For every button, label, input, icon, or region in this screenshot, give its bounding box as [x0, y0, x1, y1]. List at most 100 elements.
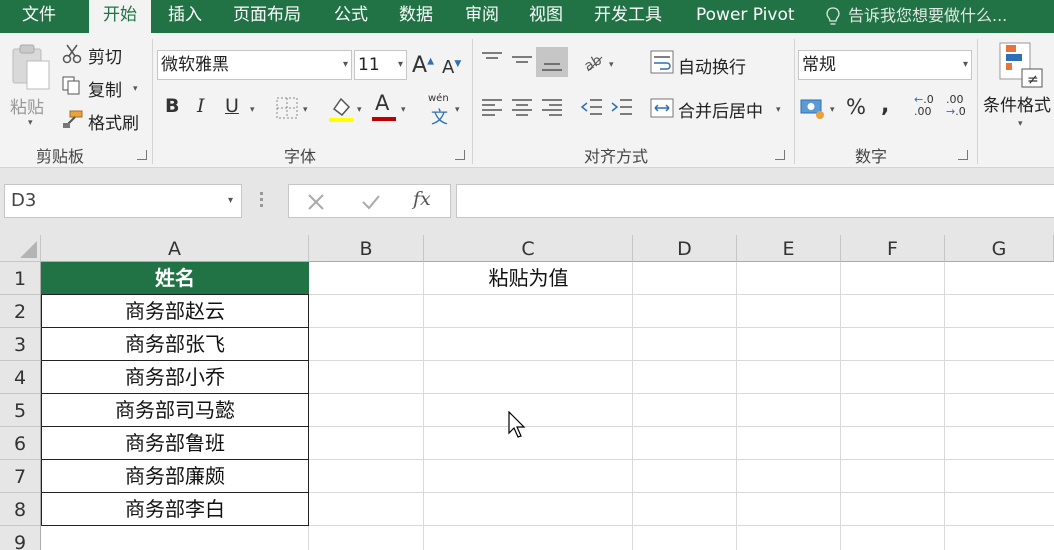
accounting-dropdown-icon[interactable]: ▾	[830, 105, 835, 115]
tab-home[interactable]: 开始	[89, 0, 151, 33]
formula-bar: D3 ▾ fx	[0, 168, 1054, 235]
font-launcher-icon[interactable]	[455, 150, 465, 160]
align-left-icon[interactable]	[480, 97, 504, 119]
gridline	[632, 262, 633, 550]
comma-style-button[interactable]: ,	[881, 93, 889, 118]
borders-dropdown-icon[interactable]: ▾	[303, 105, 308, 115]
borders-icon[interactable]	[276, 97, 298, 119]
row-header-1[interactable]: 1	[0, 262, 41, 295]
column-header-d[interactable]: D	[633, 235, 737, 262]
phonetic-dropdown-icon[interactable]: ▾	[455, 105, 460, 115]
select-all-button[interactable]	[0, 235, 41, 262]
font-color-icon[interactable]: A	[375, 91, 389, 115]
align-middle-icon[interactable]	[510, 51, 534, 69]
orientation-dropdown-icon[interactable]: ▾	[609, 60, 614, 70]
tab-developer[interactable]: 开发工具	[594, 0, 662, 33]
font-name-value: 微软雅黑	[161, 55, 229, 75]
accounting-format-icon[interactable]	[800, 97, 828, 119]
grow-font-icon[interactable]: A▲	[412, 53, 434, 78]
row-header-6[interactable]: 6	[0, 427, 41, 460]
cell-a2[interactable]: 商务部赵云	[41, 294, 309, 328]
fill-color-dropdown-icon[interactable]: ▾	[357, 105, 362, 115]
row-header-3[interactable]: 3	[0, 328, 41, 361]
align-bottom-button[interactable]	[536, 47, 568, 77]
phonetic-guide-icon[interactable]: 文	[431, 103, 448, 128]
font-name-combo[interactable]: 微软雅黑 ▾	[157, 50, 352, 80]
cell-a1[interactable]: 姓名	[41, 262, 309, 295]
cancel-icon[interactable]	[307, 193, 325, 211]
name-box[interactable]: D3 ▾	[4, 184, 242, 218]
number-format-combo[interactable]: 常规 ▾	[798, 50, 972, 80]
cell-a7[interactable]: 商务部廉颇	[41, 459, 309, 493]
row-header-2[interactable]: 2	[0, 295, 41, 328]
copy-dropdown-icon[interactable]: ▾	[133, 84, 138, 94]
group-divider	[152, 39, 153, 164]
wrap-text-icon[interactable]	[650, 50, 674, 74]
enter-icon[interactable]	[361, 193, 381, 211]
shrink-font-icon[interactable]: A▼	[442, 57, 461, 78]
conditional-formatting-button[interactable]: 条件格式	[983, 91, 1051, 116]
tab-view[interactable]: 视图	[529, 0, 563, 33]
font-size-combo[interactable]: 11 ▾	[354, 50, 407, 80]
orientation-icon[interactable]: ab	[582, 51, 606, 73]
row-header-4[interactable]: 4	[0, 361, 41, 394]
cell-a4[interactable]: 商务部小乔	[41, 360, 309, 394]
gridline	[736, 262, 737, 550]
tab-file[interactable]: 文件	[22, 0, 56, 33]
bold-button[interactable]: B	[165, 95, 179, 117]
italic-button[interactable]: I	[197, 95, 205, 117]
tab-formulas[interactable]: 公式	[334, 0, 368, 33]
merge-center-button[interactable]: 合并后居中	[678, 97, 763, 122]
row-header-7[interactable]: 7	[0, 460, 41, 493]
row-header-8[interactable]: 8	[0, 493, 41, 526]
cell-a6[interactable]: 商务部鲁班	[41, 426, 309, 460]
row-header-5[interactable]: 5	[0, 394, 41, 427]
cell-a3[interactable]: 商务部张飞	[41, 327, 309, 361]
merge-dropdown-icon[interactable]: ▾	[776, 105, 781, 115]
tab-power-pivot[interactable]: Power Pivot	[696, 0, 795, 33]
clipboard-launcher-icon[interactable]	[137, 150, 147, 160]
paste-icon[interactable]	[9, 43, 53, 93]
column-header-e[interactable]: E	[737, 235, 841, 262]
increase-decimal-icon[interactable]: ←.0.00	[914, 94, 934, 118]
row-header-9[interactable]: 9	[0, 526, 41, 550]
underline-button[interactable]: U	[225, 95, 239, 117]
copy-button[interactable]: 复制	[88, 76, 122, 101]
decrease-decimal-icon[interactable]: .00 →.0	[946, 94, 966, 118]
insert-function-icon[interactable]: fx	[413, 188, 431, 210]
fill-color-icon[interactable]	[328, 95, 354, 123]
wrap-text-button[interactable]: 自动换行	[678, 53, 746, 78]
tab-insert[interactable]: 插入	[168, 0, 202, 33]
cell-a8[interactable]: 商务部李白	[41, 492, 309, 526]
percent-style-button[interactable]: %	[846, 95, 866, 119]
paste-button[interactable]: 粘贴	[10, 93, 44, 118]
font-color-dropdown-icon[interactable]: ▾	[401, 105, 406, 115]
column-header-g[interactable]: G	[945, 235, 1054, 262]
formula-bar-grip[interactable]	[260, 192, 264, 210]
align-right-icon[interactable]	[540, 97, 564, 119]
cell-a5[interactable]: 商务部司马懿	[41, 393, 309, 427]
conditional-dropdown-icon[interactable]: ▾	[1018, 119, 1023, 129]
format-painter-button[interactable]: 格式刷	[88, 109, 139, 134]
tab-data[interactable]: 数据	[399, 0, 433, 33]
underline-dropdown-icon[interactable]: ▾	[250, 105, 255, 115]
column-header-f[interactable]: F	[841, 235, 945, 262]
paste-dropdown-icon[interactable]: ▾	[28, 118, 33, 128]
tab-page-layout[interactable]: 页面布局	[233, 0, 301, 33]
tell-me-search[interactable]: 告诉我您想要做什么...	[848, 0, 1007, 33]
column-header-b[interactable]: B	[309, 235, 424, 262]
tab-review[interactable]: 审阅	[465, 0, 499, 33]
column-header-c[interactable]: C	[424, 235, 633, 262]
format-painter-icon	[63, 110, 83, 128]
decrease-indent-icon[interactable]	[580, 97, 604, 119]
align-top-icon[interactable]	[480, 51, 504, 69]
cut-button[interactable]: 剪切	[88, 43, 122, 68]
number-launcher-icon[interactable]	[958, 150, 968, 160]
alignment-launcher-icon[interactable]	[775, 150, 785, 160]
merge-center-icon[interactable]	[650, 96, 674, 120]
formula-input[interactable]	[456, 184, 1054, 218]
increase-indent-icon[interactable]	[610, 97, 634, 119]
align-center-icon[interactable]	[510, 97, 534, 119]
column-header-a[interactable]: A	[41, 235, 309, 262]
cell-c1[interactable]: 粘贴为值	[424, 262, 633, 295]
